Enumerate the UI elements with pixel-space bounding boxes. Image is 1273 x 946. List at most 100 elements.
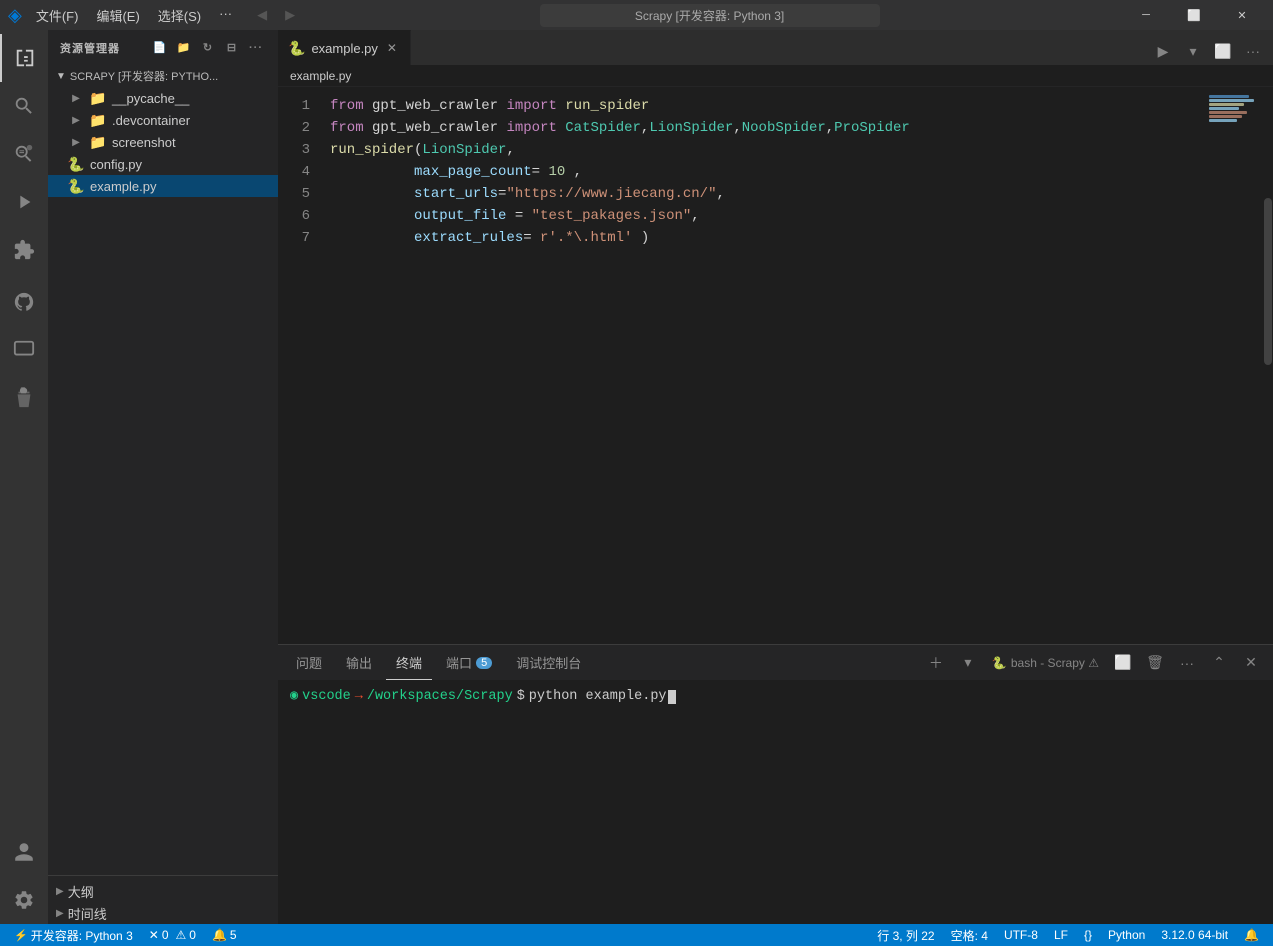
tab-close-button[interactable]: ✕ <box>384 40 400 56</box>
file-screenshot[interactable]: ▶ 📁 screenshot <box>48 131 278 153</box>
more-tab-actions-button[interactable]: ··· <box>1239 37 1267 65</box>
tab-bar: 🐍 example.py ✕ ▶ ▾ ⬜ ··· <box>278 30 1273 65</box>
status-position[interactable]: 行 3, 列 22 <box>871 924 940 946</box>
status-remote[interactable]: ⚡ 开发容器: Python 3 <box>8 924 139 946</box>
terminal-instance-label[interactable]: 🐍 bash - Scrapy ⚠ <box>986 649 1105 677</box>
section-outline[interactable]: ▶ 大纲 <box>48 880 278 902</box>
editor-scrollbar[interactable] <box>1263 87 1273 644</box>
chevron-right-icon: ▶ <box>68 112 84 128</box>
py-icon: 🐍 <box>68 156 84 172</box>
section-title: SCRAPY [开发容器: PYTHO... <box>70 68 218 84</box>
minimize-button[interactable]: ─ <box>1123 0 1169 30</box>
file-example-py[interactable]: 🐍 example.py <box>48 175 278 197</box>
remote-icon: ⚡ <box>14 929 28 942</box>
tab-ports[interactable]: 端口 5 <box>436 645 502 680</box>
menu-more[interactable]: ··· <box>211 4 240 27</box>
line-ending-text: LF <box>1054 928 1068 942</box>
terminal-prompt: ◉ vscode → /workspaces/Scrapy $ python e… <box>290 686 1261 707</box>
activity-item-settings[interactable] <box>0 876 48 924</box>
split-terminal-button[interactable]: ⬜ <box>1109 649 1137 677</box>
nav-back-button[interactable]: ◀ <box>248 1 276 29</box>
file-label: config.py <box>90 157 142 172</box>
status-spaces[interactable]: 空格: 4 <box>945 924 994 946</box>
status-python-version[interactable]: 3.12.0 64-bit <box>1155 924 1234 946</box>
prompt-arrow: → <box>355 686 363 707</box>
breadcrumb: example.py <box>278 65 1273 87</box>
tab-output[interactable]: 输出 <box>336 645 382 680</box>
activity-item-testing[interactable] <box>0 374 48 422</box>
run-button[interactable]: ▶ <box>1149 37 1177 65</box>
explorer-section-scrapy[interactable]: ▼ SCRAPY [开发容器: PYTHO... <box>48 65 278 87</box>
terminal-dropdown-button[interactable]: ▾ <box>954 649 982 677</box>
code-content[interactable]: from gpt_web_crawler import run_spider f… <box>318 87 1203 644</box>
activity-item-account[interactable] <box>0 828 48 876</box>
prompt-path: vscode <box>302 686 351 707</box>
terminal-cursor <box>668 690 676 704</box>
file-pycache[interactable]: ▶ 📁 __pycache__ <box>48 87 278 109</box>
file-config-py[interactable]: 🐍 config.py <box>48 153 278 175</box>
menu-edit[interactable]: 编辑(E) <box>88 4 147 27</box>
terminal-right-actions: ＋ ▾ 🐍 bash - Scrapy ⚠ ⬜ 🗑 ··· ⌃ ✕ <box>922 649 1265 677</box>
refresh-button[interactable]: ↻ <box>198 38 218 58</box>
add-terminal-button[interactable]: ＋ <box>922 649 950 677</box>
status-encoding[interactable]: UTF-8 <box>998 924 1044 946</box>
run-dropdown-button[interactable]: ▾ <box>1179 37 1207 65</box>
more-actions-button[interactable]: ··· <box>246 38 266 58</box>
code-line-2: from gpt_web_crawler import CatSpider,Li… <box>330 117 1203 139</box>
new-file-button[interactable]: 📄 <box>150 38 170 58</box>
folder-icon: 📁 <box>90 134 106 150</box>
error-count: 0 <box>162 928 169 942</box>
activity-item-extensions[interactable] <box>0 226 48 274</box>
remote-label: 开发容器: Python 3 <box>31 927 133 944</box>
status-notifications[interactable]: 🔔 5 <box>206 924 243 946</box>
activity-item-remote[interactable] <box>0 326 48 374</box>
kill-terminal-button[interactable]: 🗑 <box>1141 649 1169 677</box>
activity-item-search[interactable] <box>0 82 48 130</box>
menu-file[interactable]: 文件(F) <box>28 4 87 27</box>
tab-filename: example.py <box>311 41 377 56</box>
tab-problems[interactable]: 问题 <box>286 645 332 680</box>
sidebar-title: 资源管理器 <box>60 40 120 56</box>
search-bar[interactable]: Scrapy [开发容器: Python 3] <box>540 4 880 27</box>
file-devcontainer[interactable]: ▶ 📁 .devcontainer <box>48 109 278 131</box>
window-controls: ─ ⬜ ✕ <box>1123 0 1265 30</box>
status-language[interactable]: Python <box>1102 924 1151 946</box>
terminal-more-button[interactable]: ··· <box>1173 649 1201 677</box>
python-file-icon: 🐍 <box>288 40 305 57</box>
tab-terminal[interactable]: 终端 <box>386 645 432 680</box>
tab-example-py[interactable]: 🐍 example.py ✕ <box>278 30 411 65</box>
section-timeline[interactable]: ▶ 时间线 <box>48 902 278 924</box>
chevron-right-icon: ▶ <box>68 134 84 150</box>
position-text: 行 3, 列 22 <box>877 927 934 944</box>
split-editor-button[interactable]: ⬜ <box>1209 37 1237 65</box>
tab-debug-console[interactable]: 调试控制台 <box>506 645 591 680</box>
nav-forward-button[interactable]: ▶ <box>276 1 304 29</box>
file-label: __pycache__ <box>112 91 189 106</box>
status-bell[interactable]: 🔔 <box>1238 924 1265 946</box>
python-version-text: 3.12.0 64-bit <box>1161 928 1228 942</box>
status-errors[interactable]: ✕ 0 ⚠ 0 <box>143 924 202 946</box>
restore-button[interactable]: ⬜ <box>1171 0 1217 30</box>
scrollbar-thumb[interactable] <box>1264 198 1272 365</box>
new-folder-button[interactable]: 📁 <box>174 38 194 58</box>
menu-selection[interactable]: 选择(S) <box>150 4 209 27</box>
code-line-1: from gpt_web_crawler import run_spider <box>330 95 1203 117</box>
close-button[interactable]: ✕ <box>1219 0 1265 30</box>
activity-item-explorer[interactable] <box>0 34 48 82</box>
activity-item-source-control[interactable] <box>0 130 48 178</box>
chevron-down-icon: ▼ <box>56 71 66 82</box>
editor-area: 🐍 example.py ✕ ▶ ▾ ⬜ ··· example.py 1 2 … <box>278 30 1273 924</box>
prompt-dot: ◉ <box>290 686 298 707</box>
terminal-panel: 问题 输出 终端 端口 5 调试控制台 ＋ ▾ <box>278 644 1273 924</box>
status-line-ending[interactable]: LF <box>1048 924 1074 946</box>
terminal-body[interactable]: ◉ vscode → /workspaces/Scrapy $ python e… <box>278 680 1273 924</box>
maximize-panel-button[interactable]: ⌃ <box>1205 649 1233 677</box>
code-editor[interactable]: 1 2 3 4 5 6 7 from gpt_web_crawler impor… <box>278 87 1273 644</box>
collapse-all-button[interactable]: ⊟ <box>222 38 242 58</box>
activity-item-run[interactable] <box>0 178 48 226</box>
close-panel-button[interactable]: ✕ <box>1237 649 1265 677</box>
encoding-text: UTF-8 <box>1004 928 1038 942</box>
activity-item-github[interactable] <box>0 278 48 326</box>
title-bar: ◈ 文件(F) 编辑(E) 选择(S) ··· ◀ ▶ Scrapy [开发容器… <box>0 0 1273 30</box>
status-format[interactable]: {} <box>1078 924 1098 946</box>
